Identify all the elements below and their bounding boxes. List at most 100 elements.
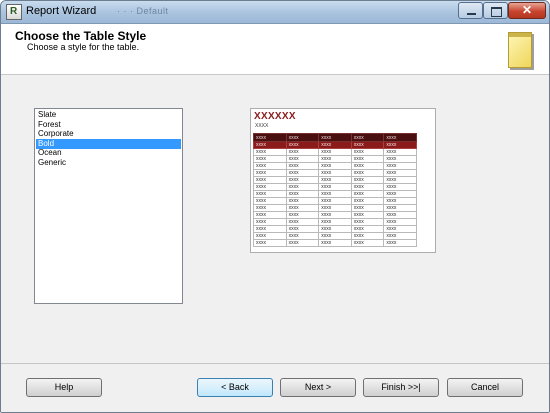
preview-cell: xxxx <box>383 169 417 177</box>
preview-cell: xxxx <box>350 155 385 163</box>
preview-cell: xxxx <box>383 211 417 219</box>
preview-cell: xxxx <box>350 148 385 156</box>
preview-subtitle: XXXX <box>255 123 269 129</box>
preview-cell: xxxx <box>383 141 417 149</box>
preview-cell: xxxx <box>350 225 385 233</box>
preview-cell: xxxx <box>383 232 417 240</box>
style-option-corporate[interactable]: Corporate <box>36 129 181 139</box>
style-option-bold[interactable]: Bold <box>36 138 181 149</box>
preview-title: XXXXXX <box>254 111 296 122</box>
preview-cell: xxxx <box>285 204 320 212</box>
cancel-button[interactable]: Cancel <box>447 378 523 397</box>
preview-table-row: xxxx xxxx xxxx xxxx xxxx <box>253 162 417 170</box>
table-style-listbox[interactable]: Slate Forest Corporate Bold Ocean Generic <box>34 108 183 304</box>
page-subtitle: Choose a style for the table. <box>27 42 140 52</box>
preview-cell: xxxx <box>285 197 320 205</box>
close-icon: ✕ <box>521 3 533 17</box>
preview-cell: xxxx <box>285 155 320 163</box>
page-title: Choose the Table Style <box>15 29 147 43</box>
preview-cell: xxxx <box>253 211 287 219</box>
preview-cell: xxxx <box>285 218 320 226</box>
preview-table-row: xxxx xxxx xxxx xxxx xxxx <box>253 211 417 219</box>
help-button[interactable]: Help <box>26 378 102 397</box>
preview-cell: xxxx <box>285 133 320 142</box>
finish-button[interactable]: Finish >>| <box>363 378 439 397</box>
preview-cell: xxxx <box>318 232 352 240</box>
preview-cell: xxxx <box>253 218 287 226</box>
preview-cell: xxxx <box>318 133 352 142</box>
style-option-forest[interactable]: Forest <box>36 120 181 130</box>
background-window-title: · · · Default <box>117 6 169 16</box>
preview-cell: xxxx <box>350 176 385 184</box>
minimize-icon <box>467 13 476 15</box>
preview-cell: xxxx <box>285 211 320 219</box>
close-button[interactable]: ✕ <box>508 2 546 19</box>
preview-header-row: xxxx xxxx xxxx xxxx xxxx <box>253 133 417 142</box>
preview-table-row: xxxx xxxx xxxx xxxx xxxx <box>253 190 417 198</box>
next-button[interactable]: Next > <box>280 378 356 397</box>
preview-cell: xxxx <box>318 183 352 191</box>
preview-cell: xxxx <box>285 232 320 240</box>
preview-cell: xxxx <box>318 218 352 226</box>
window-title: Report Wizard <box>26 5 97 17</box>
preview-cell: xxxx <box>285 176 320 184</box>
preview-cell: xxxx <box>253 225 287 233</box>
preview-table-row: xxxx xxxx xxxx xxxx xxxx <box>253 239 417 247</box>
preview-cell: xxxx <box>285 183 320 191</box>
preview-cell: xxxx <box>350 204 385 212</box>
preview-cell: xxxx <box>253 155 287 163</box>
report-wizard-app-icon: R <box>6 4 22 20</box>
minimize-button[interactable] <box>458 2 483 19</box>
preview-cell: xxxx <box>318 148 352 156</box>
preview-cell: xxxx <box>318 211 352 219</box>
preview-cell: xxxx <box>383 183 417 191</box>
preview-table-row: xxxx xxxx xxxx xxxx xxxx <box>253 169 417 177</box>
preview-cell: xxxx <box>350 141 385 149</box>
preview-cell: xxxx <box>318 155 352 163</box>
preview-table-row: xxxx xxxx xxxx xxxx xxxx <box>253 225 417 233</box>
preview-cell: xxxx <box>253 197 287 205</box>
preview-cell: xxxx <box>350 232 385 240</box>
preview-cell: xxxx <box>285 225 320 233</box>
preview-table-row: xxxx xxxx xxxx xxxx xxxx <box>253 204 417 212</box>
preview-cell: xxxx <box>318 239 352 247</box>
preview-cell: xxxx <box>285 239 320 247</box>
preview-table-row: xxxx xxxx xxxx xxxx xxxx <box>253 218 417 226</box>
preview-header-row: xxxx xxxx xxxx xxxx xxxx <box>253 141 417 149</box>
preview-cell: xxxx <box>253 141 287 149</box>
preview-cell: xxxx <box>253 148 287 156</box>
preview-cell: xxxx <box>253 162 287 170</box>
preview-cell: xxxx <box>350 218 385 226</box>
preview-cell: xxxx <box>383 176 417 184</box>
preview-cell: xxxx <box>318 141 352 149</box>
preview-cell: xxxx <box>350 183 385 191</box>
preview-cell: xxxx <box>253 176 287 184</box>
maximize-icon <box>491 7 502 17</box>
preview-cell: xxxx <box>318 190 352 198</box>
report-wizard-window: R Report Wizard · · · Default ✕ Choose t… <box>0 0 550 413</box>
preview-table: xxxx xxxx xxxx xxxx xxxx xxxx xxxx xxxx xxxx xxxx… <box>253 133 417 247</box>
back-button[interactable]: < Back <box>197 378 273 397</box>
preview-cell: xxxx <box>253 183 287 191</box>
notepad-icon <box>508 32 532 68</box>
preview-table-row: xxxx xxxx xxxx xxxx xxxx <box>253 197 417 205</box>
preview-table-row: xxxx xxxx xxxx xxxx xxxx <box>253 232 417 240</box>
preview-cell: xxxx <box>318 176 352 184</box>
preview-cell: xxxx <box>285 190 320 198</box>
preview-cell: xxxx <box>350 239 385 247</box>
preview-cell: xxxx <box>383 162 417 170</box>
preview-cell: xxxx <box>285 141 320 149</box>
preview-cell: xxxx <box>383 190 417 198</box>
preview-cell: xxxx <box>318 197 352 205</box>
title-bar[interactable]: R Report Wizard · · · Default ✕ <box>1 1 549 24</box>
preview-cell: xxxx <box>350 162 385 170</box>
preview-cell: xxxx <box>318 204 352 212</box>
preview-cell: xxxx <box>253 190 287 198</box>
preview-cell: xxxx <box>253 169 287 177</box>
style-option-slate[interactable]: Slate <box>36 110 181 120</box>
preview-cell: xxxx <box>253 204 287 212</box>
preview-cell: xxxx <box>383 155 417 163</box>
style-option-ocean[interactable]: Ocean <box>36 148 181 158</box>
style-option-generic[interactable]: Generic <box>36 158 181 168</box>
maximize-button[interactable] <box>483 2 508 19</box>
